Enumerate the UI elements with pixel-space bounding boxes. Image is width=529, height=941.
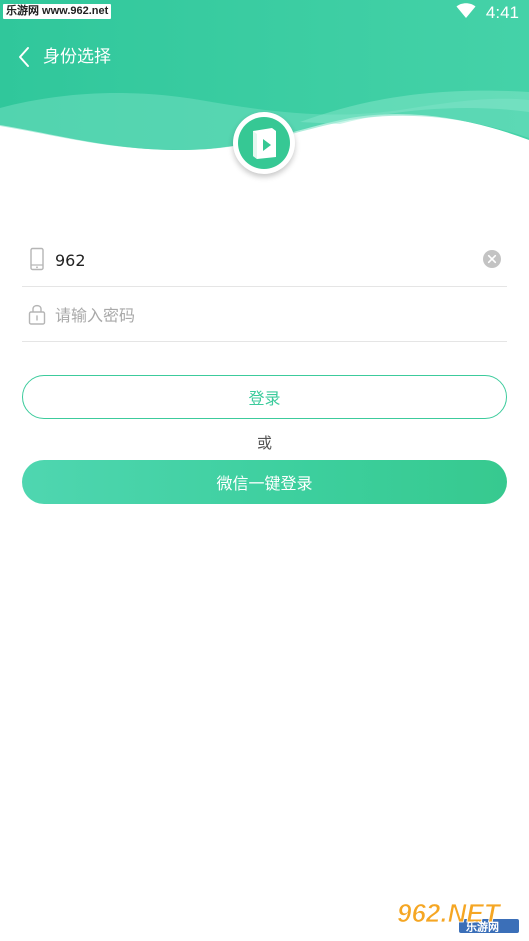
watermark-bottom-logo: 962.NET 乐游网 xyxy=(393,895,523,935)
book-play-icon xyxy=(253,128,276,159)
status-bar: 4:41 xyxy=(456,3,519,23)
chevron-left-icon xyxy=(19,47,29,67)
or-separator: 或 xyxy=(256,434,272,452)
phone-field-row xyxy=(22,232,507,287)
lock-icon xyxy=(27,302,47,326)
login-button[interactable]: 登录 xyxy=(22,375,507,419)
login-screen: 乐游网 www.962.net 4:41 身份选择 962 登录 或 微信一键登… xyxy=(0,0,529,941)
back-button[interactable] xyxy=(14,44,36,70)
page-title: 身份选择 xyxy=(43,47,111,67)
status-time: 4:41 xyxy=(485,3,519,22)
wifi-icon xyxy=(456,3,476,23)
phone-input[interactable] xyxy=(55,246,455,274)
phone-icon xyxy=(27,247,47,271)
password-input[interactable] xyxy=(55,301,455,329)
clear-circle-icon[interactable] xyxy=(483,250,501,268)
app-logo xyxy=(233,112,295,174)
watermark-top-label: 乐游网 www.962.net xyxy=(3,4,112,19)
watermark-subtitle: 乐游网 xyxy=(466,920,499,934)
wechat-login-button[interactable]: 微信一键登录 xyxy=(22,460,507,504)
password-field-row xyxy=(22,287,507,342)
